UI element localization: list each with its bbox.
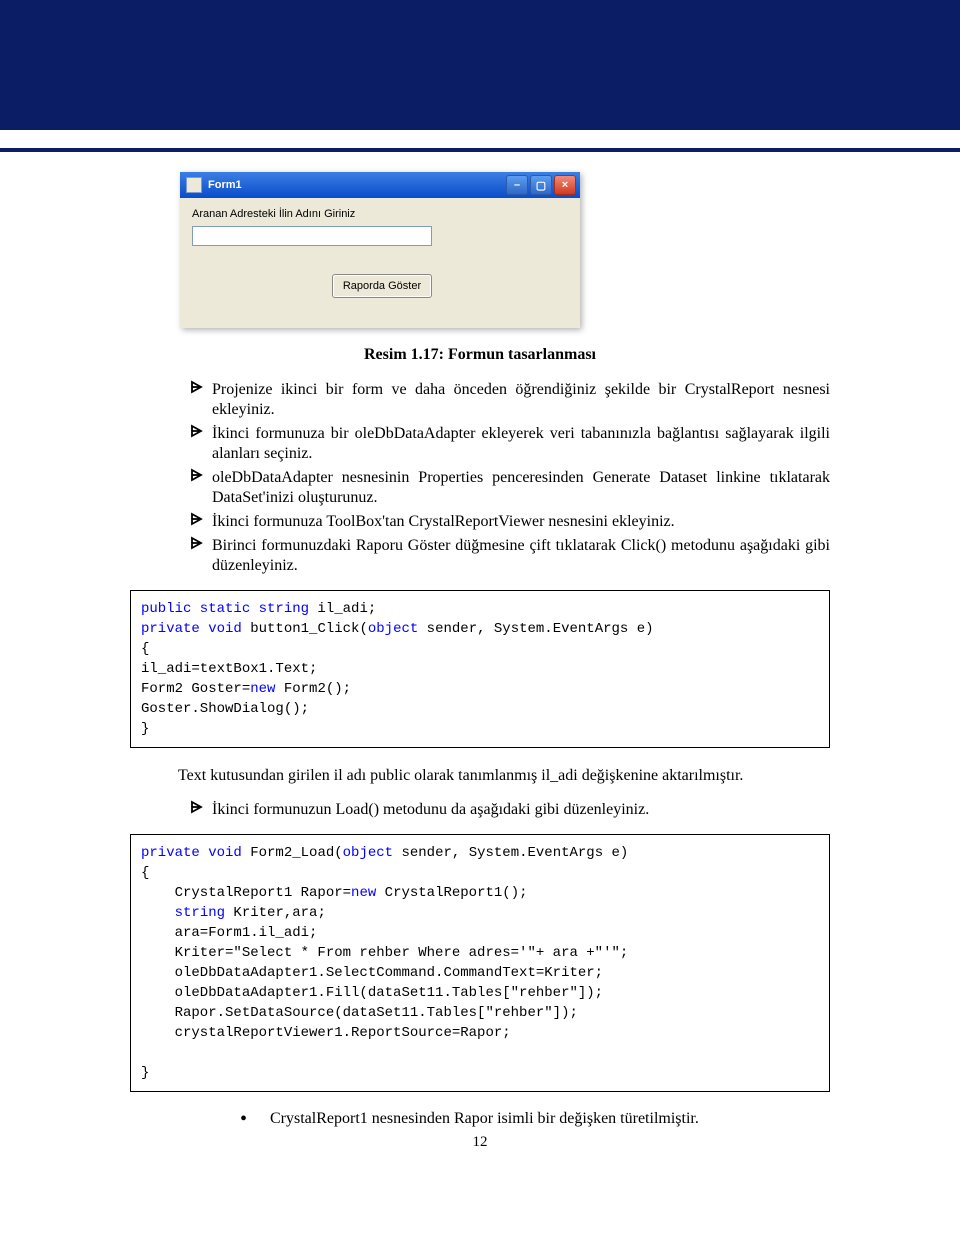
city-input[interactable] — [192, 226, 432, 246]
window-buttons: – ▢ × — [506, 175, 576, 195]
close-button[interactable]: × — [554, 175, 576, 195]
code: Kriter,ara; — [225, 905, 326, 921]
kw: string — [175, 905, 225, 921]
windows-form: Form1 – ▢ × Aranan Adresteki İlin Adını … — [180, 172, 580, 328]
code: sender, System.EventArgs e) — [418, 621, 653, 637]
bullet-list-2: İkinci formunuzun Load() metodunu da aşa… — [190, 800, 830, 820]
bullet-list-1: Projenize ikinci bir form ve daha öncede… — [190, 380, 830, 576]
code: Form2 Goster= — [141, 681, 250, 697]
kw: object — [343, 845, 393, 861]
code: } — [141, 1065, 149, 1081]
code: Rapor.SetDataSource(dataSet11.Tables["re… — [141, 1005, 578, 1021]
bullet-text: Projenize ikinci bir form ve daha öncede… — [212, 380, 830, 420]
kw: new — [351, 885, 376, 901]
code: oleDbDataAdapter1.SelectCommand.CommandT… — [141, 965, 603, 981]
bullet-item: Birinci formunuzdaki Raporu Göster düğme… — [190, 536, 830, 576]
bullet-text: İkinci formunuza ToolBox'tan CrystalRepo… — [212, 512, 830, 532]
show-report-button[interactable]: Raporda Göster — [332, 274, 432, 298]
minimize-button[interactable]: – — [506, 175, 528, 195]
maximize-button[interactable]: ▢ — [530, 175, 552, 195]
code: } — [141, 721, 149, 737]
code: { — [141, 865, 149, 881]
bullet-item: İkinci formunuza ToolBox'tan CrystalRepo… — [190, 512, 830, 532]
arrow-icon — [190, 468, 212, 488]
code: CrystalReport1 Rapor= — [141, 885, 351, 901]
window-titlebar: Form1 – ▢ × — [180, 172, 580, 198]
bullet-item: İkinci formunuza bir oleDbDataAdapter ek… — [190, 424, 830, 464]
paragraph-1: Text kutusundan girilen il adı public ol… — [130, 766, 830, 786]
kw: private void — [141, 621, 242, 637]
bullet-dot-icon: • — [240, 1110, 270, 1128]
code: Kriter="Select * From rehber Where adres… — [141, 945, 628, 961]
code-block-2: private void Form2_Load(object sender, S… — [130, 834, 830, 1092]
bullet-item: İkinci formunuzun Load() metodunu da aşa… — [190, 800, 830, 820]
bullet-text: İkinci formunuza bir oleDbDataAdapter ek… — [212, 424, 830, 464]
window-body: Aranan Adresteki İlin Adını Giriniz Rapo… — [180, 198, 580, 328]
header-line — [0, 148, 960, 152]
kw: public static string — [141, 601, 309, 617]
code: Form2(); — [275, 681, 351, 697]
code: CrystalReport1(); — [376, 885, 527, 901]
code: Form2_Load( — [242, 845, 343, 861]
figure-caption: Resim 1.17: Formun tasarlanması — [130, 346, 830, 364]
code-block-1: public static string il_adi; private voi… — [130, 590, 830, 748]
arrow-icon — [190, 424, 212, 444]
code: button1_Click( — [242, 621, 368, 637]
kw: private void — [141, 845, 242, 861]
code: sender, System.EventArgs e) — [393, 845, 628, 861]
arrow-icon — [190, 800, 212, 820]
bullet-text: Birinci formunuzdaki Raporu Göster düğme… — [212, 536, 830, 576]
code: oleDbDataAdapter1.Fill(dataSet11.Tables[… — [141, 985, 603, 1001]
code: Goster.ShowDialog(); — [141, 701, 309, 717]
app-icon — [186, 177, 202, 193]
window-title: Form1 — [208, 179, 506, 191]
kw: new — [250, 681, 275, 697]
kw: object — [368, 621, 418, 637]
dot-bullet-text: CrystalReport1 nesnesinden Rapor isimli … — [270, 1110, 699, 1128]
paragraph-text: Text kutusundan girilen il adı public ol… — [178, 767, 743, 784]
bullet-text: oleDbDataAdapter nesnesinin Properties p… — [212, 468, 830, 508]
code: { — [141, 641, 149, 657]
code: il_adi; — [309, 601, 376, 617]
form-label: Aranan Adresteki İlin Adını Giriniz — [192, 208, 568, 220]
bullet-text: İkinci formunuzun Load() metodunu da aşa… — [212, 800, 830, 820]
code: ara=Form1.il_adi; — [141, 925, 317, 941]
code: il_adi=textBox1.Text; — [141, 661, 317, 677]
dot-bullet: • CrystalReport1 nesnesinden Rapor isiml… — [240, 1110, 830, 1128]
arrow-icon — [190, 380, 212, 400]
arrow-icon — [190, 536, 212, 556]
header-gap — [0, 130, 960, 148]
code — [141, 905, 175, 921]
page-content: Form1 – ▢ × Aranan Adresteki İlin Adını … — [0, 172, 960, 1181]
arrow-icon — [190, 512, 212, 532]
header-band — [0, 0, 960, 130]
show-report-button-label: Raporda Göster — [343, 280, 421, 292]
bullet-item: oleDbDataAdapter nesnesinin Properties p… — [190, 468, 830, 508]
code: crystalReportViewer1.ReportSource=Rapor; — [141, 1025, 511, 1041]
bullet-item: Projenize ikinci bir form ve daha öncede… — [190, 380, 830, 420]
page-number: 12 — [130, 1134, 830, 1151]
